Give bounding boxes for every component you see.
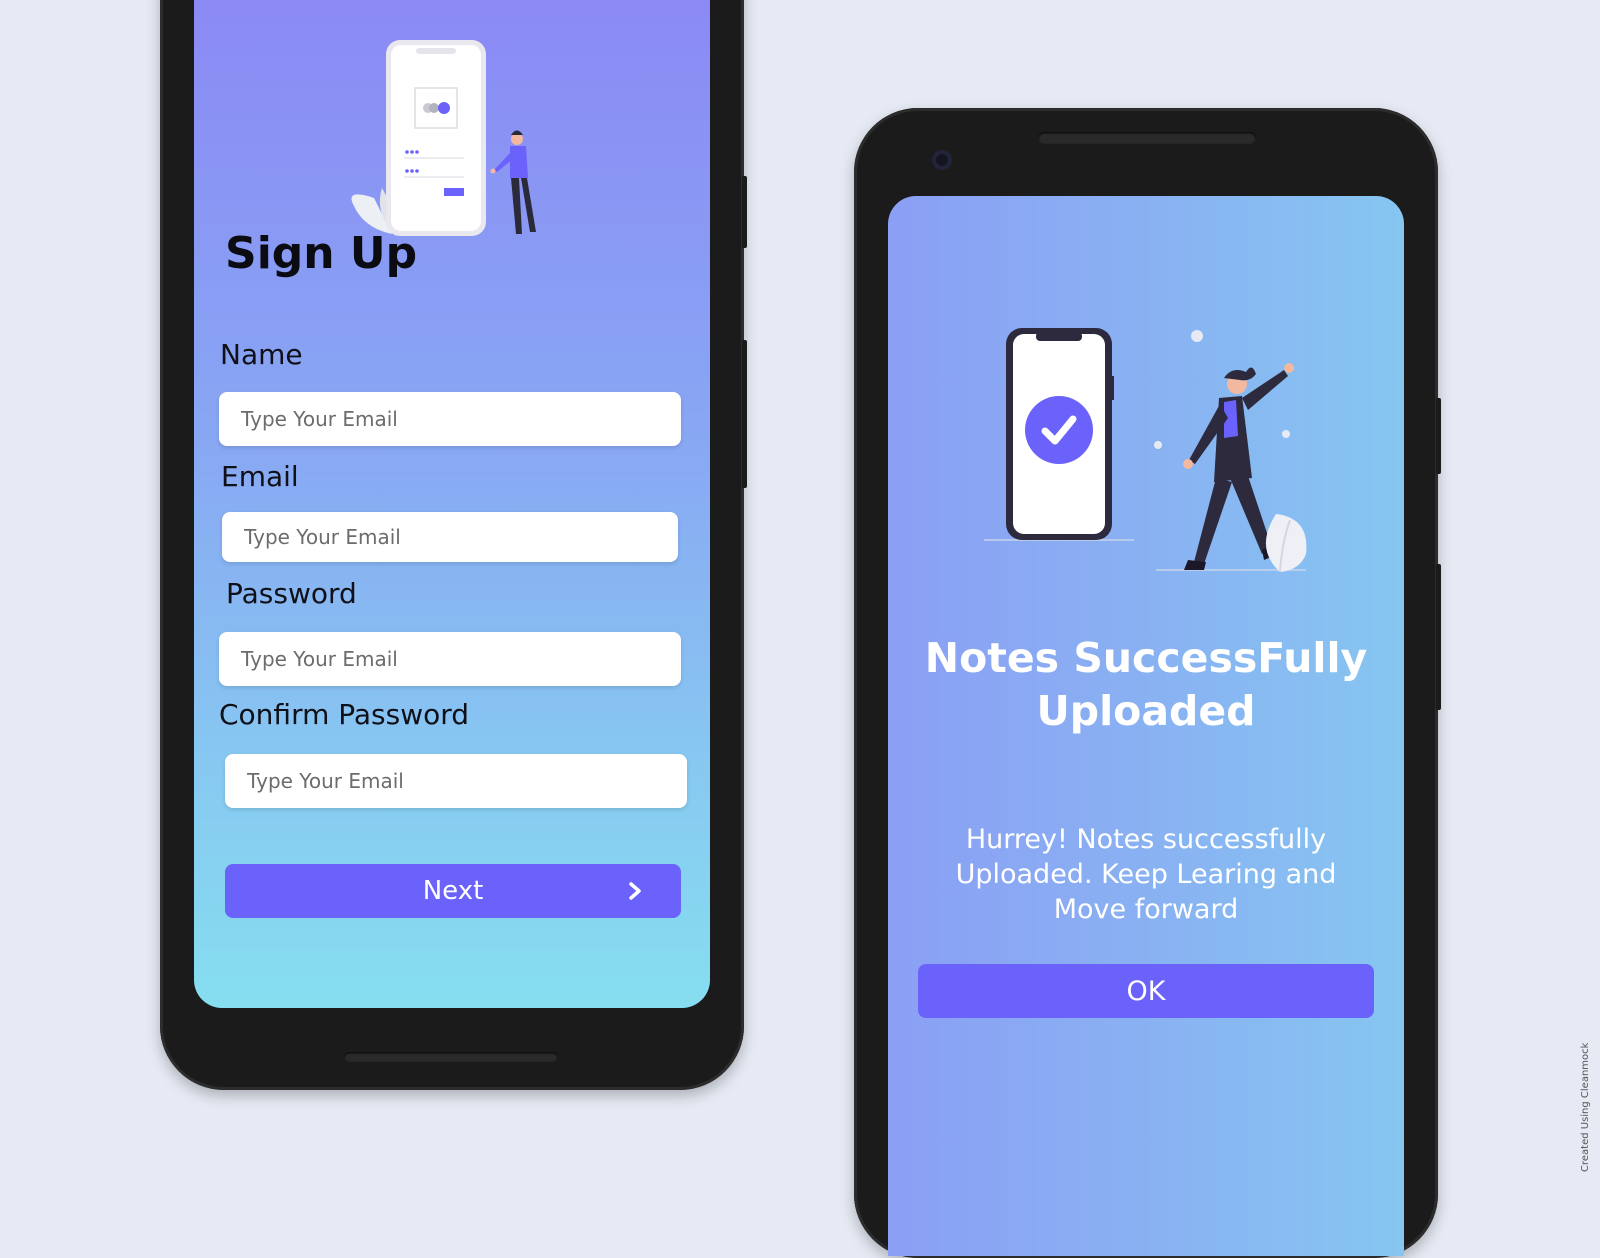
name-input[interactable] [219, 392, 681, 446]
success-phone-frame: Notes SuccessFully Uploaded Hurrey! Note… [854, 108, 1441, 1258]
password-input[interactable] [219, 632, 681, 686]
page-title: Sign Up [225, 228, 418, 279]
phone-speaker [344, 1052, 558, 1062]
success-title-line: Uploaded [1036, 687, 1256, 735]
phone-side-button [1436, 398, 1441, 474]
confirm-password-input[interactable] [225, 754, 687, 808]
email-label: Email [221, 460, 299, 493]
phone-side-button [1436, 564, 1441, 710]
success-message-line: Hurrey! Notes successfully [965, 824, 1327, 855]
phone-side-button [742, 176, 747, 248]
success-title: Notes SuccessFully Uploaded [888, 632, 1404, 738]
success-message: Hurrey! Notes successfully Uploaded. Kee… [928, 822, 1364, 927]
signup-illustration [351, 40, 536, 236]
signup-screen: Sign Up Name Email Password Confirm Pass… [194, 0, 710, 1008]
confirm-password-label: Confirm Password [219, 698, 470, 731]
email-input[interactable] [222, 512, 678, 562]
success-message-line: Move forward [1053, 894, 1239, 925]
name-label: Name [220, 338, 303, 371]
success-message-line: Uploaded. Keep Learing and [955, 859, 1337, 890]
next-button-label: Next [422, 876, 484, 906]
signup-phone-frame: Sign Up Name Email Password Confirm Pass… [160, 0, 747, 1090]
ok-button[interactable]: OK [918, 964, 1374, 1018]
success-title-line: Notes SuccessFully [924, 634, 1368, 682]
phone-side-button [742, 340, 747, 488]
ok-button-label: OK [1126, 975, 1166, 1007]
front-camera-icon [932, 150, 952, 170]
phone-speaker [1038, 132, 1256, 144]
success-screen: Notes SuccessFully Uploaded Hurrey! Note… [888, 196, 1404, 1256]
chevron-right-icon [629, 882, 641, 900]
credit-watermark: Created Using Cleanmock [1580, 1042, 1591, 1172]
success-illustration [984, 328, 1307, 573]
next-button[interactable]: Next [225, 864, 681, 918]
password-label: Password [226, 577, 357, 610]
